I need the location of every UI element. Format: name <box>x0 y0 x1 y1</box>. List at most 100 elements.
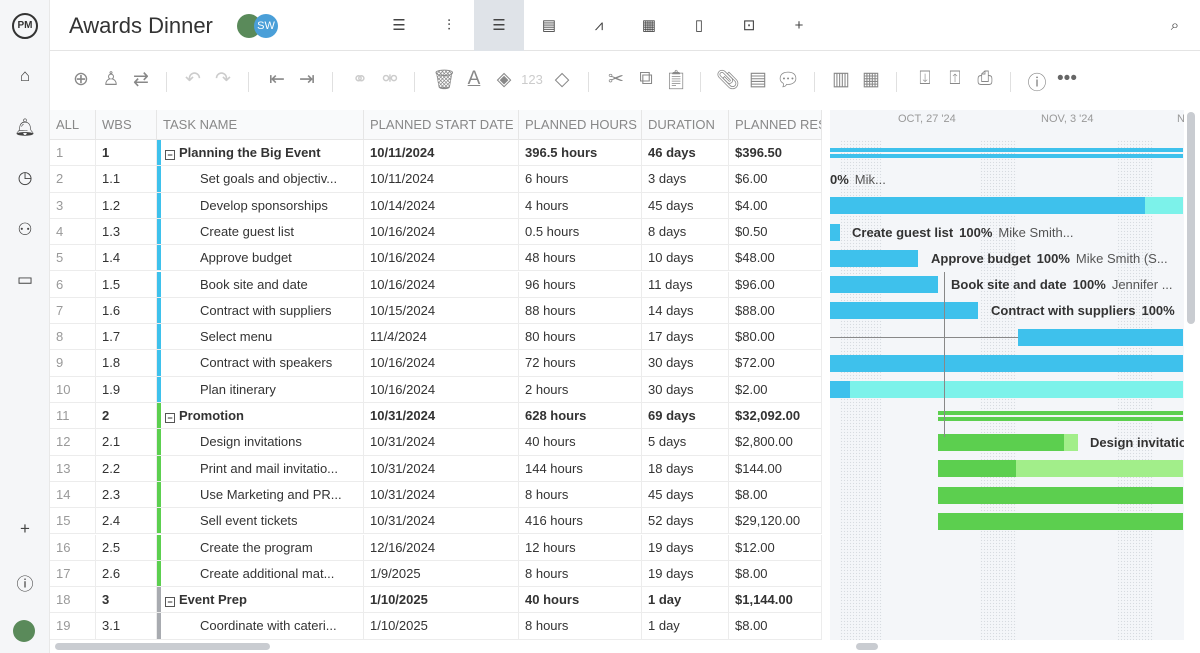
gantt-task-bar[interactable] <box>830 223 840 241</box>
paste-icon[interactable]: 📋︎ <box>663 68 689 92</box>
cell-wbs[interactable]: 2.5 <box>96 534 157 561</box>
cell-res[interactable]: $2.00 <box>729 376 822 403</box>
gantt-task-bar[interactable] <box>938 512 1183 530</box>
column-header[interactable]: TASK NAME <box>157 110 364 140</box>
cell-name[interactable]: − Planning the Big Event <box>157 140 364 167</box>
cell-res[interactable]: $80.00 <box>729 324 822 351</box>
cell-name[interactable]: Develop sponsorships <box>157 192 364 219</box>
cell-wbs[interactable]: 3 <box>96 587 157 614</box>
cell-res[interactable]: $29,120.00 <box>729 508 822 535</box>
cell-hours[interactable]: 6 hours <box>519 166 642 193</box>
outdent-icon[interactable]: ⇤ <box>264 68 290 91</box>
cell-hours[interactable]: 80 hours <box>519 324 642 351</box>
cell-name[interactable]: Book site and date <box>157 271 364 298</box>
cell-res[interactable]: $396.50 <box>729 140 822 167</box>
briefcase-icon[interactable]: ▭ <box>0 270 50 290</box>
cell-res[interactable]: $144.00 <box>729 455 822 482</box>
cell-start[interactable]: 10/15/2024 <box>364 297 519 325</box>
info-icon[interactable]: ⓘ <box>1024 68 1050 95</box>
cell-n[interactable]: 13 <box>50 455 96 482</box>
gantt-task-bar[interactable] <box>1064 433 1078 451</box>
cell-n[interactable]: 4 <box>50 218 96 246</box>
grid-horizontal-scrollbar[interactable] <box>55 643 270 650</box>
notes-icon[interactable]: ▤ <box>745 68 771 91</box>
cell-name[interactable]: Print and mail invitatio... <box>157 455 364 482</box>
list-view-tab[interactable]: ☰ <box>374 0 424 51</box>
more-icon[interactable]: ••• <box>1054 68 1080 90</box>
cell-dur[interactable]: 18 days <box>642 455 729 482</box>
cell-n[interactable]: 12 <box>50 429 96 456</box>
user-avatar[interactable] <box>13 620 35 642</box>
cell-dur[interactable]: 46 days <box>642 140 729 167</box>
cell-name[interactable]: Plan itinerary <box>157 376 364 403</box>
cell-name[interactable]: Use Marketing and PR... <box>157 481 364 509</box>
columns-icon[interactable]: ▥ <box>828 68 854 91</box>
help-icon[interactable]: ⓘ <box>0 570 50 595</box>
cell-hours[interactable]: 40 hours <box>519 587 642 614</box>
cell-n[interactable]: 16 <box>50 534 96 561</box>
column-header[interactable]: PLANNED START DATE <box>364 110 519 140</box>
sheet-view-tab[interactable]: ▤ <box>524 0 574 51</box>
cell-hours[interactable]: 2 hours <box>519 376 642 403</box>
cell-dur[interactable]: 30 days <box>642 376 729 403</box>
gantt-task-bar[interactable] <box>830 381 850 399</box>
cell-name[interactable]: Sell event tickets <box>157 508 364 535</box>
cell-dur[interactable]: 3 days <box>642 166 729 193</box>
cell-res[interactable]: $8.00 <box>729 481 822 509</box>
gantt-task-bar[interactable] <box>938 460 1016 478</box>
cell-wbs[interactable]: 1 <box>96 140 157 167</box>
link-icon[interactable]: ⚭ <box>347 68 373 91</box>
vertical-scrollbar[interactable] <box>1187 112 1195 324</box>
cell-dur[interactable]: 45 days <box>642 481 729 509</box>
assign-user-icon[interactable]: ♙ <box>98 68 124 91</box>
cell-res[interactable]: $8.00 <box>729 613 822 640</box>
cell-name[interactable]: Create additional mat... <box>157 560 364 588</box>
board-view-tab[interactable]: ⫶ <box>424 0 474 51</box>
cell-hours[interactable]: 144 hours <box>519 455 642 482</box>
cell-wbs[interactable]: 3.1 <box>96 613 157 640</box>
issues-view-tab[interactable]: ⊡ <box>724 0 774 51</box>
cell-hours[interactable]: 8 hours <box>519 613 642 640</box>
cell-start[interactable]: 10/16/2024 <box>364 376 519 403</box>
redo-icon[interactable]: ↷ <box>210 68 236 91</box>
comment-icon[interactable]: 💬︎ <box>775 68 801 92</box>
gantt-task-bar[interactable] <box>830 197 1145 215</box>
gantt-summary-bar[interactable] <box>938 411 1183 416</box>
cell-hours[interactable]: 88 hours <box>519 297 642 325</box>
cell-wbs[interactable]: 1.9 <box>96 376 157 403</box>
cell-res[interactable]: $48.00 <box>729 245 822 272</box>
cell-start[interactable]: 10/11/2024 <box>364 140 519 167</box>
cell-n[interactable]: 1 <box>50 140 96 167</box>
cell-start[interactable]: 11/4/2024 <box>364 324 519 351</box>
gantt-task-bar[interactable] <box>830 355 1183 373</box>
clock-icon[interactable]: ◷ <box>0 168 50 188</box>
cell-wbs[interactable]: 1.7 <box>96 324 157 351</box>
files-view-tab[interactable]: ▯ <box>674 0 724 51</box>
cell-res[interactable]: $1,144.00 <box>729 587 822 614</box>
cell-name[interactable]: − Event Prep <box>157 587 364 614</box>
recurring-icon[interactable]: ⇄ <box>128 68 154 91</box>
plus-icon[interactable]: + <box>0 519 50 539</box>
cell-n[interactable]: 18 <box>50 587 96 614</box>
cell-res[interactable]: $6.00 <box>729 166 822 193</box>
cell-hours[interactable]: 628 hours <box>519 403 642 430</box>
cell-n[interactable]: 2 <box>50 166 96 193</box>
fill-color-icon[interactable]: ◈ <box>491 68 517 91</box>
cell-dur[interactable]: 5 days <box>642 429 729 456</box>
cell-dur[interactable]: 30 days <box>642 350 729 377</box>
cell-n[interactable]: 9 <box>50 350 96 377</box>
cell-res[interactable]: $32,092.00 <box>729 403 822 430</box>
cell-dur[interactable]: 1 day <box>642 613 729 640</box>
gantt-task-bar[interactable] <box>1018 328 1183 346</box>
cell-dur[interactable]: 1 day <box>642 587 729 614</box>
cell-n[interactable]: 3 <box>50 192 96 219</box>
cell-n[interactable]: 10 <box>50 376 96 403</box>
cell-hours[interactable]: 96 hours <box>519 271 642 298</box>
collapse-icon[interactable]: − <box>165 150 175 160</box>
cell-name[interactable]: Coordinate with cateri... <box>157 613 364 640</box>
cell-n[interactable]: 5 <box>50 245 96 272</box>
cell-name[interactable]: − Promotion <box>157 403 364 430</box>
export-icon[interactable]: ⍐ <box>942 68 968 90</box>
cell-wbs[interactable]: 1.6 <box>96 297 157 325</box>
cell-dur[interactable]: 52 days <box>642 508 729 535</box>
